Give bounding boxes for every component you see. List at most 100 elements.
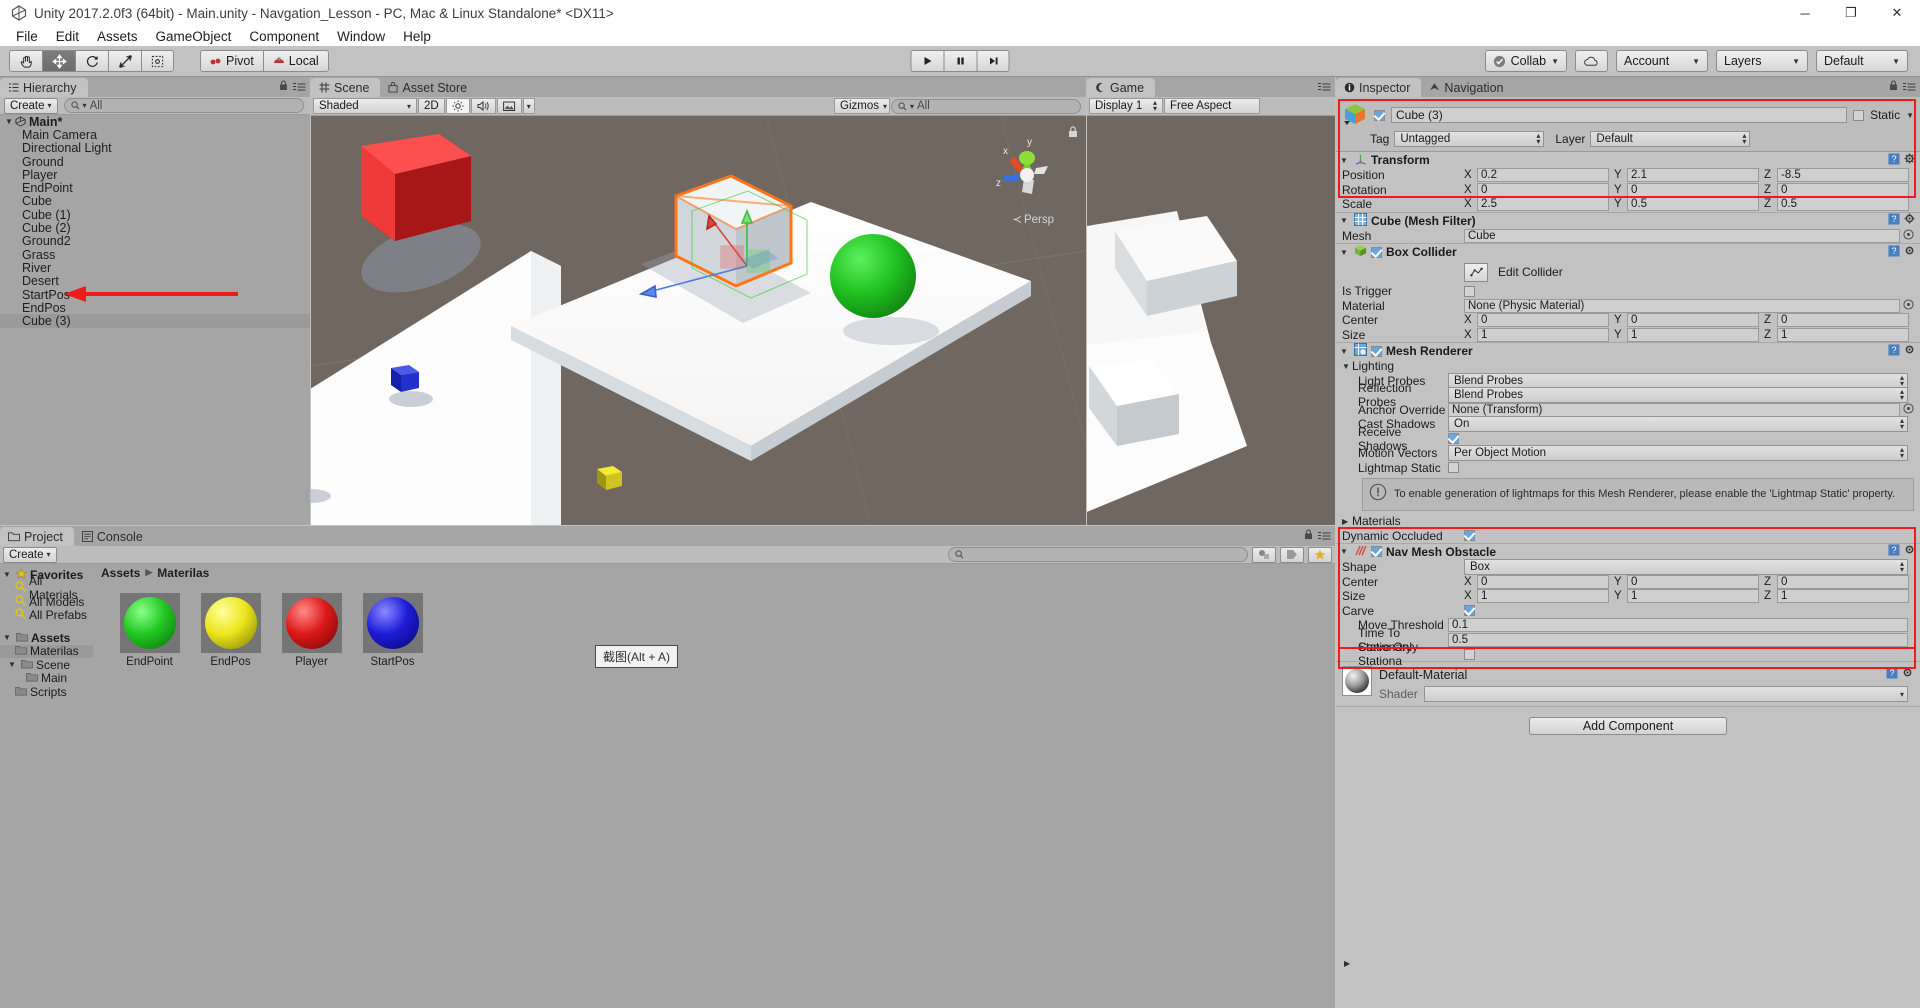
lock-icon[interactable] (279, 79, 288, 94)
motion-vectors-dropdown[interactable]: Per Object Motion ▴ ▾ (1448, 445, 1908, 462)
scene-axis-gizmo[interactable]: y x z (994, 134, 1060, 212)
game-viewport[interactable] (1087, 116, 1335, 525)
move-threshold-field[interactable]: 0.1 (1448, 618, 1908, 632)
menu-help[interactable]: Help (394, 28, 440, 45)
position-z-field[interactable]: -8.5 (1777, 168, 1909, 183)
hand-tool-button[interactable] (9, 50, 42, 72)
game-menu-icon[interactable] (1318, 79, 1331, 94)
game-aspect-dropdown[interactable]: Free Aspect (1164, 98, 1260, 114)
box-collider-enabled-checkbox[interactable] (1371, 246, 1382, 258)
help-icon[interactable]: ? (1888, 244, 1900, 260)
anchor-override-field[interactable]: None (Transform) (1448, 402, 1900, 417)
scale-z-field[interactable]: 0.5 (1777, 197, 1909, 212)
obstacle-center-x-field[interactable]: 0 (1477, 574, 1609, 589)
carve-only-stationary-checkbox[interactable] (1464, 648, 1475, 660)
rotate-tool-button[interactable] (75, 50, 108, 72)
collider-size-z-field[interactable]: 1 (1777, 327, 1909, 342)
layer-dropdown[interactable]: Default ▴ ▾ (1590, 131, 1751, 147)
menu-assets[interactable]: Assets (88, 28, 147, 45)
chevron-right-icon[interactable]: ▶ (1342, 517, 1352, 526)
chevron-down-icon[interactable]: ▼ (5, 117, 15, 126)
project-folder-main[interactable]: Main (0, 671, 93, 685)
reflection-probes-dropdown[interactable]: Blend Probes ▴ ▾ (1448, 387, 1908, 404)
scene-search-input[interactable]: ▾ All (891, 98, 1081, 114)
menu-edit[interactable]: Edit (47, 28, 88, 45)
menu-gameobject[interactable]: GameObject (147, 28, 241, 45)
mesh-renderer-header[interactable]: ▼ Mesh Renderer ? (1336, 343, 1920, 359)
gear-icon[interactable] (1904, 153, 1916, 168)
step-button[interactable] (976, 50, 1010, 72)
asset-item-startpos[interactable]: StartPos (361, 593, 424, 668)
chevron-down-icon[interactable]: ▼ (1340, 156, 1350, 165)
nav-mesh-obstacle-enabled-checkbox[interactable] (1371, 546, 1382, 558)
physic-material-field[interactable]: None (Physic Material) (1464, 298, 1900, 313)
project-menu-icon[interactable] (1318, 528, 1331, 543)
hierarchy-list[interactable]: ▼ Main* Main Camera Directional Light Gr… (0, 115, 310, 525)
hierarchy-create-button[interactable]: Create ▾ (4, 97, 58, 114)
help-icon[interactable]: ? (1886, 667, 1898, 682)
project-search-input[interactable] (948, 547, 1248, 562)
inspector-menu-icon[interactable] (1903, 79, 1916, 94)
object-picker-icon[interactable] (1903, 299, 1914, 313)
chevron-down-icon[interactable]: ▼ (1340, 547, 1350, 556)
game-display-dropdown[interactable]: Display 1 ▴ ▾ (1089, 98, 1163, 114)
mesh-object-field[interactable]: Cube (1464, 228, 1900, 243)
move-tool-button[interactable] (42, 50, 75, 72)
breadcrumb-materilas[interactable]: Materilas (157, 566, 209, 580)
collider-center-z-field[interactable]: 0 (1777, 313, 1909, 328)
project-filter-type-button[interactable] (1252, 546, 1276, 563)
object-picker-icon[interactable] (1903, 229, 1914, 243)
obstacle-size-z-field[interactable]: 1 (1777, 589, 1909, 603)
dynamic-occluded-checkbox[interactable] (1464, 530, 1475, 541)
obstacle-center-z-field[interactable]: 0 (1777, 574, 1909, 589)
transform-header[interactable]: ▼ Transform ? (1336, 152, 1920, 168)
hierarchy-item-directional-light[interactable]: Directional Light (0, 141, 310, 155)
collider-center-y-field[interactable]: 0 (1627, 313, 1759, 328)
tab-project[interactable]: Project (0, 527, 74, 546)
tab-scene[interactable]: Scene (311, 78, 381, 97)
edit-collider-button[interactable] (1464, 262, 1488, 282)
add-component-button[interactable]: Add Component (1529, 717, 1727, 736)
rotation-y-field[interactable]: 0 (1627, 182, 1759, 197)
asset-item-endpos[interactable]: EndPos (199, 593, 262, 668)
chevron-down-icon[interactable]: ▼ (1340, 347, 1350, 356)
nav-mesh-obstacle-header[interactable]: ▼ Nav Mesh Obstacle ? (1336, 543, 1920, 560)
project-assets-root[interactable]: ▼ Assets (0, 631, 93, 645)
mesh-filter-header[interactable]: ▼ Cube (Mesh Filter) ? (1336, 212, 1920, 229)
tab-inspector[interactable]: Inspector (1336, 78, 1422, 97)
scale-tool-button[interactable] (108, 50, 141, 72)
project-favorites-button[interactable] (1308, 546, 1332, 563)
chevron-down-icon[interactable]: ▼ (1906, 111, 1914, 120)
chevron-down-icon[interactable]: ▼ (1342, 362, 1352, 371)
scene-lighting-toggle[interactable] (445, 98, 470, 114)
static-checkbox[interactable] (1853, 109, 1865, 121)
lightmap-static-checkbox[interactable] (1448, 462, 1459, 474)
scene-audio-toggle[interactable] (470, 98, 496, 114)
receive-shadows-checkbox[interactable] (1448, 433, 1459, 445)
chevron-down-icon[interactable]: ▼ (1340, 248, 1350, 257)
minimize-button[interactable]: ─ (1782, 0, 1828, 26)
is-trigger-checkbox[interactable] (1464, 285, 1475, 297)
maximize-button[interactable]: ❐ (1828, 0, 1874, 26)
chevron-right-icon[interactable]: ▶ (1344, 959, 1354, 968)
help-icon[interactable]: ? (1888, 213, 1900, 228)
rotation-z-field[interactable]: 0 (1777, 182, 1909, 197)
project-fav-all-materials[interactable]: All Materials (0, 574, 93, 602)
chevron-down-icon[interactable]: ▼ (3, 570, 13, 579)
help-icon[interactable]: ? (1888, 152, 1900, 168)
time-to-stationary-field[interactable]: 0.5 (1448, 632, 1908, 647)
project-create-button[interactable]: Create ▾ (3, 546, 57, 563)
pause-button[interactable] (943, 50, 977, 72)
rect-tool-button[interactable] (141, 50, 174, 72)
gameobject-name-field[interactable]: Cube (3) (1391, 107, 1848, 123)
obstacle-carve-checkbox[interactable] (1464, 605, 1475, 616)
scale-x-field[interactable]: 2.5 (1477, 197, 1609, 212)
scene-lock-icon[interactable] (1068, 126, 1078, 141)
collider-center-x-field[interactable]: 0 (1477, 313, 1609, 328)
gear-icon[interactable] (1902, 667, 1914, 682)
object-picker-icon[interactable] (1903, 403, 1914, 417)
obstacle-shape-dropdown[interactable]: Box ▴ ▾ (1464, 559, 1908, 575)
project-filter-label-button[interactable] (1280, 546, 1304, 563)
lighting-subsection[interactable]: ▼ Lighting (1336, 359, 1920, 374)
scale-y-field[interactable]: 0.5 (1627, 197, 1759, 212)
